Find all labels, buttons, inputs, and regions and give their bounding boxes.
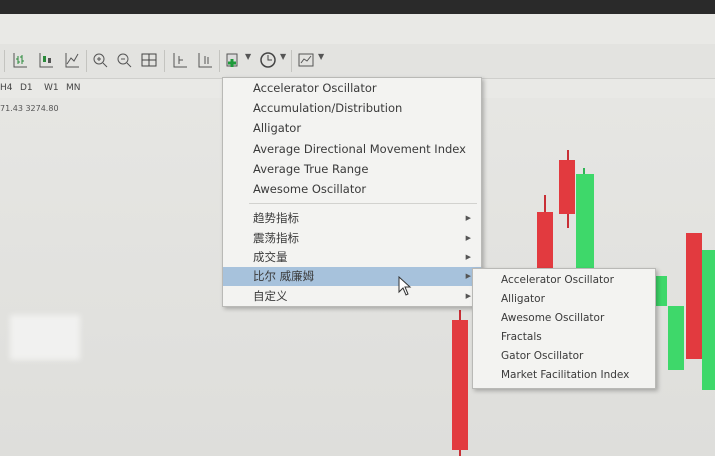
- chart-toolbar: ▼ ▼ ▼: [0, 44, 715, 79]
- line-chart-icon[interactable]: [62, 51, 82, 71]
- submenu-arrow-icon: ▶: [465, 234, 471, 242]
- candlestick-icon[interactable]: [36, 51, 56, 71]
- candle-bear: [686, 233, 702, 359]
- submenu-item-label: Awesome Oscillator: [501, 312, 605, 324]
- timeframe-mn[interactable]: MN: [66, 83, 81, 93]
- menu-separator: [249, 203, 477, 204]
- menu-item-label: Awesome Oscillator: [253, 182, 367, 196]
- menu-item-average-true-range[interactable]: Average True Range: [223, 160, 481, 179]
- timeframe-bar: H4 D1 W1 MN: [0, 80, 100, 98]
- menu-item-label: Average True Range: [253, 162, 369, 176]
- toolbar-separator: [4, 50, 5, 72]
- chevron-down-icon[interactable]: ▼: [280, 52, 286, 61]
- periods-icon[interactable]: [258, 51, 278, 71]
- menu-item-label: Accelerator Oscillator: [253, 81, 377, 95]
- menu-item-label: Accumulation/Distribution: [253, 101, 403, 115]
- candle-bull: [576, 174, 594, 270]
- submenu-item-fractals[interactable]: Fractals: [473, 328, 655, 347]
- candle-bull: [668, 306, 684, 370]
- toolbar-separator: [164, 50, 165, 72]
- menu-item-accelerator-oscillator[interactable]: Accelerator Oscillator: [223, 79, 481, 98]
- candle-bull: [702, 250, 715, 390]
- submenu-item-label: Alligator: [501, 293, 545, 305]
- chevron-down-icon[interactable]: ▼: [318, 52, 324, 61]
- menu-item-average-directional-movement-index[interactable]: Average Directional Movement Index: [223, 140, 481, 159]
- menu-item-custom[interactable]: 自定义 ▶: [223, 287, 481, 306]
- zoom-out-icon[interactable]: [114, 51, 134, 71]
- indicators-menu: Accelerator Oscillator Accumulation/Dist…: [222, 77, 482, 307]
- submenu-item-label: Fractals: [501, 331, 542, 343]
- toolbar-separator: [291, 50, 292, 72]
- menu-item-label: 震荡指标: [253, 231, 299, 245]
- submenu-item-alligator[interactable]: Alligator: [473, 290, 655, 309]
- menu-item-label: 成交量: [253, 250, 288, 264]
- screen-bezel: [0, 0, 715, 14]
- submenu-arrow-icon: ▶: [465, 214, 471, 222]
- toolbar-separator: [86, 50, 87, 72]
- submenu-item-awesome-oscillator[interactable]: Awesome Oscillator: [473, 309, 655, 328]
- submenu-item-accelerator-oscillator[interactable]: Accelerator Oscillator: [473, 271, 655, 290]
- menu-item-label: Average Directional Movement Index: [253, 142, 466, 156]
- menu-item-trend[interactable]: 趋势指标 ▶: [223, 209, 481, 228]
- indicators-icon[interactable]: [223, 51, 243, 71]
- candle-bull: [655, 276, 667, 306]
- menu-item-alligator[interactable]: Alligator: [223, 119, 481, 138]
- menu-item-awesome-oscillator[interactable]: Awesome Oscillator: [223, 180, 481, 199]
- price-readout: 71.43 3274.80: [0, 104, 59, 113]
- bill-williams-submenu: Accelerator Oscillator Alligator Awesome…: [472, 268, 656, 389]
- tile-windows-icon[interactable]: [139, 51, 159, 71]
- timeframe-d1[interactable]: D1: [20, 83, 33, 93]
- submenu-item-label: Accelerator Oscillator: [501, 274, 614, 286]
- menu-item-label: 自定义: [253, 289, 288, 303]
- chevron-down-icon[interactable]: ▼: [245, 52, 251, 61]
- menu-item-accumulation-distribution[interactable]: Accumulation/Distribution: [223, 99, 481, 118]
- timeframe-h4[interactable]: H4: [0, 83, 13, 93]
- menu-item-volumes[interactable]: 成交量 ▶: [223, 248, 481, 267]
- submenu-item-label: Gator Oscillator: [501, 350, 584, 362]
- submenu-item-label: Market Facilitation Index: [501, 369, 630, 381]
- zoom-in-icon[interactable]: [90, 51, 110, 71]
- menu-item-label: Alligator: [253, 121, 302, 135]
- timeframe-w1[interactable]: W1: [44, 83, 59, 93]
- submenu-item-gator-oscillator[interactable]: Gator Oscillator: [473, 347, 655, 366]
- templates-icon[interactable]: [296, 51, 316, 71]
- submenu-item-market-facilitation-index[interactable]: Market Facilitation Index: [473, 366, 655, 385]
- bar-chart-icon[interactable]: [10, 51, 30, 71]
- menu-item-label: 比尔 威廉姆: [253, 269, 315, 283]
- candle-bear: [559, 160, 575, 214]
- submenu-arrow-icon: ▶: [465, 272, 471, 280]
- screen-glare: [10, 315, 80, 360]
- toolbar-separator: [219, 50, 220, 72]
- autoscroll-icon[interactable]: [195, 51, 215, 71]
- menu-item-oscillators[interactable]: 震荡指标 ▶: [223, 229, 481, 248]
- menu-item-label: 趋势指标: [253, 211, 299, 225]
- menu-item-bill-williams[interactable]: 比尔 威廉姆 ▶: [223, 267, 481, 286]
- candle-bear: [452, 320, 468, 450]
- chart-shift-icon[interactable]: [170, 51, 190, 71]
- submenu-arrow-icon: ▶: [465, 292, 471, 300]
- candle-bear: [537, 212, 553, 270]
- submenu-arrow-icon: ▶: [465, 253, 471, 261]
